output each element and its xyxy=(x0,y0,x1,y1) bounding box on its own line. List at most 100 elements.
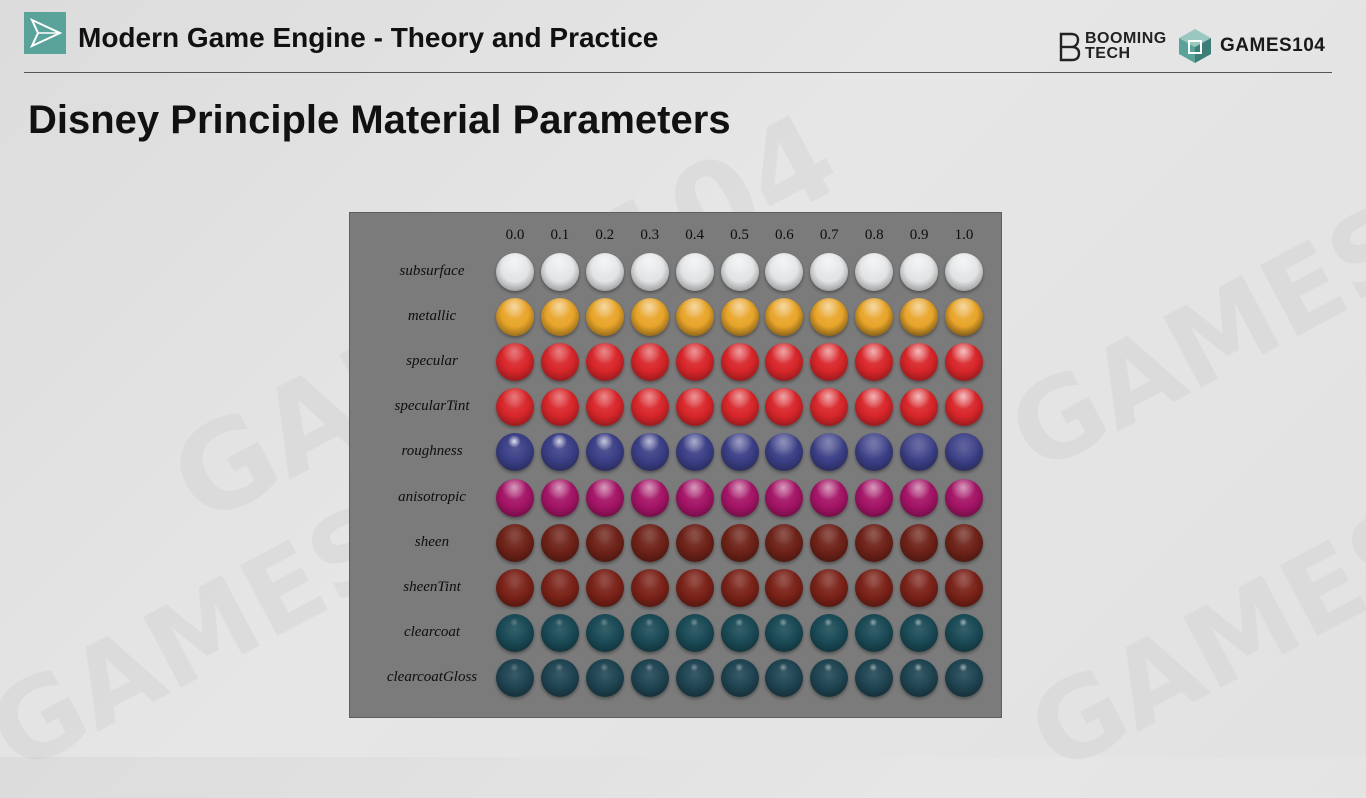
material-sphere xyxy=(540,433,579,472)
material-sphere xyxy=(720,613,759,652)
column-header: 0.8 xyxy=(864,227,884,243)
material-sphere xyxy=(855,433,894,472)
material-sphere xyxy=(720,388,759,427)
material-sphere xyxy=(855,343,894,382)
material-sphere xyxy=(675,613,714,652)
material-sphere xyxy=(855,523,894,562)
column-header: 0.7 xyxy=(819,227,839,243)
material-sphere xyxy=(900,343,939,382)
row-label: sheenTint xyxy=(403,578,461,595)
column-header: 0.3 xyxy=(640,227,660,243)
material-sphere xyxy=(900,433,939,472)
material-sphere xyxy=(765,343,804,382)
material-sphere xyxy=(585,568,624,607)
material-sphere xyxy=(855,253,894,291)
material-sphere xyxy=(630,253,669,291)
material-sphere xyxy=(496,298,534,337)
material-sphere xyxy=(810,658,849,697)
material-sphere xyxy=(720,298,759,337)
material-sphere xyxy=(900,253,939,291)
material-sphere xyxy=(675,658,714,697)
material-sphere xyxy=(540,253,579,291)
material-sphere xyxy=(540,388,579,427)
material-sphere xyxy=(585,433,624,472)
material-sphere xyxy=(496,433,534,472)
material-sphere xyxy=(900,388,939,427)
material-sphere xyxy=(675,298,714,337)
material-sphere xyxy=(630,433,669,472)
material-sphere xyxy=(810,343,849,382)
material-sphere xyxy=(630,568,669,607)
material-sphere xyxy=(540,298,579,337)
material-sphere xyxy=(585,253,624,291)
material-sphere xyxy=(900,478,939,517)
header-divider xyxy=(24,72,1332,73)
material-sphere xyxy=(540,658,579,697)
material-sphere xyxy=(945,298,983,337)
row-label: clearcoat xyxy=(403,623,461,640)
material-sphere xyxy=(855,613,894,652)
slide-title: Disney Principle Material Parameters xyxy=(28,98,731,142)
material-sphere xyxy=(585,388,624,427)
material-sphere xyxy=(765,568,804,607)
material-sphere xyxy=(630,658,669,697)
material-sphere xyxy=(585,298,624,337)
row-label: specularTint xyxy=(394,398,470,415)
material-sphere xyxy=(720,568,759,607)
material-sphere xyxy=(855,388,894,427)
material-sphere xyxy=(585,613,624,652)
material-sphere xyxy=(585,658,624,697)
material-sphere xyxy=(900,568,939,607)
material-sphere xyxy=(630,613,669,652)
material-sphere xyxy=(585,343,624,382)
material-sphere xyxy=(585,523,624,562)
material-sphere xyxy=(765,298,804,337)
course-title: Modern Game Engine - Theory and Practice xyxy=(78,22,659,53)
material-sphere xyxy=(765,253,804,291)
material-sphere xyxy=(810,613,849,652)
material-sphere xyxy=(945,613,983,652)
booming-tech-mark-icon xyxy=(1059,32,1081,62)
material-sphere xyxy=(765,433,804,472)
material-sphere xyxy=(720,343,759,382)
column-header: 0.0 xyxy=(505,227,525,243)
material-sphere xyxy=(675,523,714,562)
material-sphere xyxy=(630,343,669,382)
booming-tech-logo: BOOMING TECH xyxy=(1058,30,1170,66)
games104-wordmark: GAMES104 xyxy=(1220,35,1326,56)
material-sphere xyxy=(675,343,714,382)
material-sphere xyxy=(945,478,983,517)
material-sphere xyxy=(496,388,534,427)
material-parameter-grid: 0.0 0.1 0.2 0.3 0.4 0.5 0.6 0.7 0.8 0.9 1.0 subsurf… xyxy=(349,212,1002,718)
material-sphere xyxy=(855,658,894,697)
material-sphere xyxy=(720,658,759,697)
material-sphere xyxy=(540,568,579,607)
material-sphere xyxy=(945,253,983,291)
material-sphere xyxy=(630,523,669,562)
column-header: 1.0 xyxy=(954,227,974,243)
row-label: specular xyxy=(406,353,458,370)
row-label: clearcoatGloss xyxy=(386,668,478,685)
column-header: 0.5 xyxy=(730,227,749,243)
material-sphere xyxy=(945,658,983,697)
games104-logo: GAMES104 xyxy=(1178,26,1338,66)
material-sphere xyxy=(720,523,759,562)
material-sphere xyxy=(496,568,534,607)
material-sphere xyxy=(945,433,983,472)
column-header: 0.1 xyxy=(550,227,570,243)
column-header: 0.9 xyxy=(909,227,929,243)
material-sphere xyxy=(496,478,534,517)
column-header: 0.6 xyxy=(775,227,794,243)
material-sphere xyxy=(810,478,849,517)
material-sphere xyxy=(630,388,669,427)
material-sphere xyxy=(810,433,849,472)
material-sphere xyxy=(540,523,579,562)
column-header: 0.4 xyxy=(685,227,704,243)
material-sphere xyxy=(540,478,579,517)
material-sphere xyxy=(765,478,804,517)
material-sphere xyxy=(720,478,759,517)
material-sphere xyxy=(496,613,534,652)
material-sphere xyxy=(765,523,804,562)
material-sphere xyxy=(765,388,804,427)
material-sphere xyxy=(540,613,579,652)
